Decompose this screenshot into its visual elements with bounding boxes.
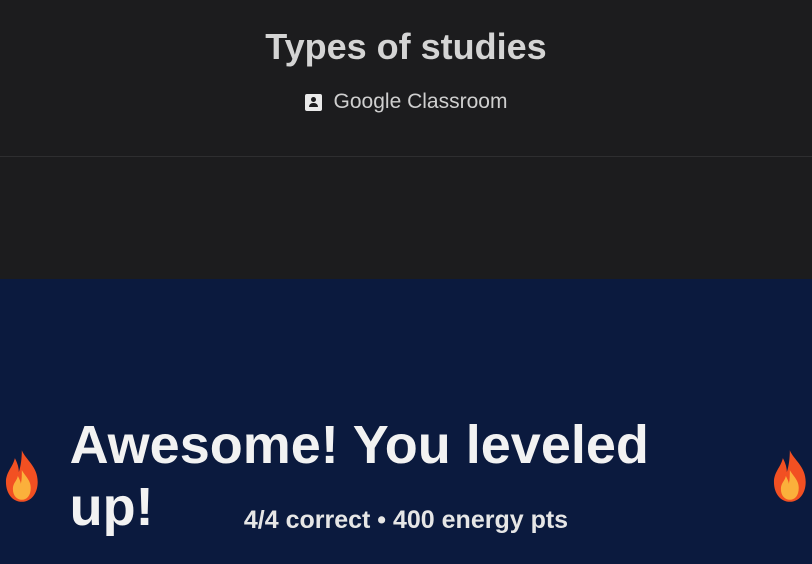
fire-icon bbox=[774, 450, 807, 502]
score-summary: 4/4 correct • 400 energy pts bbox=[243, 506, 569, 534]
google-classroom-icon bbox=[304, 93, 322, 111]
page-title: Types of studies bbox=[265, 26, 547, 67]
google-classroom-label: Google Classroom bbox=[333, 90, 508, 113]
exercise-header: Types of studies Google Classroom bbox=[0, 0, 812, 157]
fire-icon bbox=[5, 450, 38, 502]
progress-track bbox=[0, 158, 812, 394]
google-classroom-button[interactable]: Google Classroom bbox=[0, 90, 812, 114]
